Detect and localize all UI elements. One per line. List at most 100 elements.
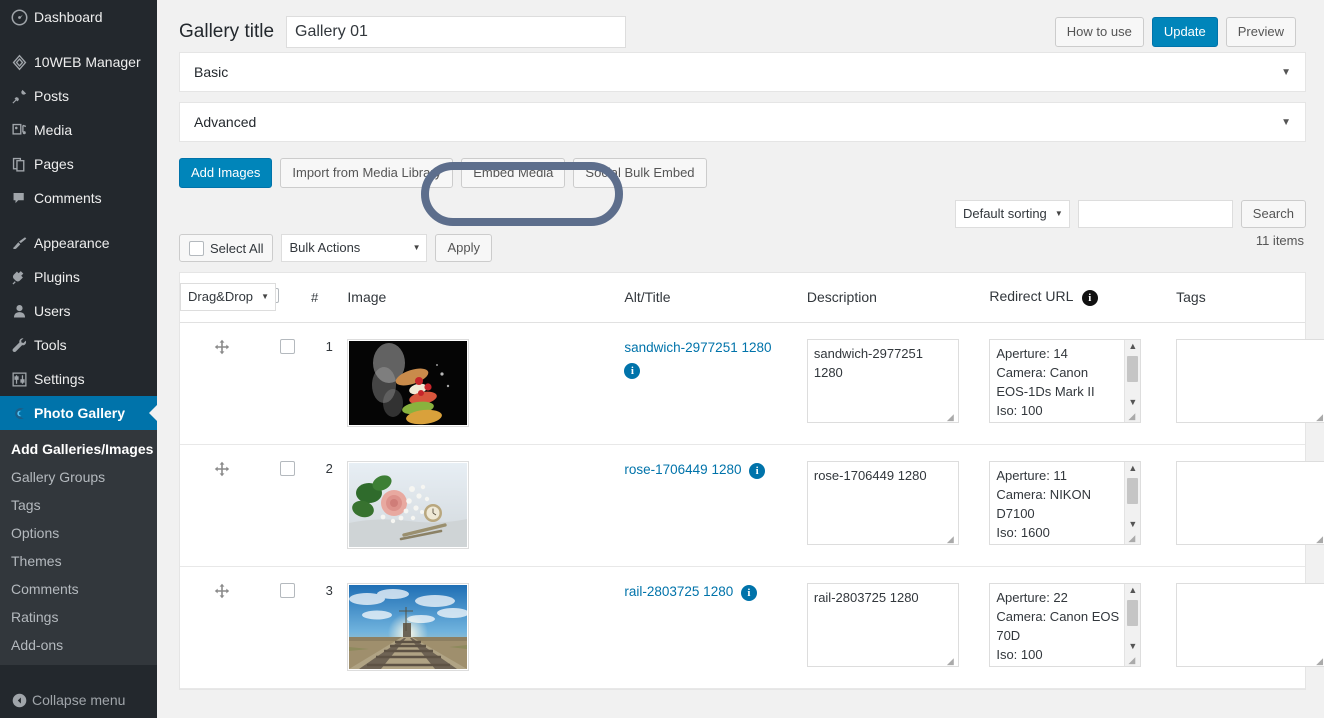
bulk-actions-select[interactable]: Bulk Actions: [281, 234, 428, 262]
resize-grip-icon[interactable]: ◢: [1128, 533, 1138, 543]
move-icon[interactable]: [214, 339, 230, 358]
cell-number: 1: [310, 322, 348, 445]
gallery-images-table: Drag&Drop # Image Alt/Title: [180, 273, 1324, 689]
image-name-link[interactable]: rail-2803725 1280: [624, 584, 733, 599]
sidebar-item-10web-manager[interactable]: 10WEB Manager: [0, 45, 157, 79]
scroll-down-arrow-icon[interactable]: ▼: [1128, 518, 1137, 532]
add-images-button[interactable]: Add Images: [179, 158, 273, 188]
resize-grip-icon[interactable]: ◢: [1316, 656, 1324, 666]
redirect-url-input[interactable]: [1176, 461, 1324, 545]
submenu-item-add-galleries-images[interactable]: Add Galleries/Images: [0, 435, 157, 463]
sidebar-item-comments[interactable]: Comments: [0, 181, 157, 215]
cell-image: [347, 322, 625, 445]
description-input[interactable]: Aperture: 22 Camera: Canon EOS 70D Iso: …: [989, 583, 1142, 667]
submenu-item-options[interactable]: Options: [0, 519, 157, 547]
description-input[interactable]: Aperture: 14 Camera: Canon EOS-1Ds Mark …: [989, 339, 1142, 423]
scrollbar-thumb[interactable]: [1127, 478, 1139, 504]
social-bulk-embed-button[interactable]: Social Bulk Embed: [573, 158, 707, 188]
resize-grip-icon[interactable]: ◢: [1316, 412, 1324, 422]
sidebar-item-label: Photo Gallery: [34, 405, 126, 421]
gallery-title-input[interactable]: [286, 16, 627, 48]
resize-grip-icon[interactable]: ◢: [947, 534, 957, 544]
cell-alt-field: sandwich-2977251 1280 ◢: [806, 322, 990, 445]
sidebar-item-dashboard[interactable]: Dashboard: [0, 0, 157, 34]
move-icon[interactable]: [214, 461, 230, 480]
redirect-url-input[interactable]: [1176, 339, 1324, 423]
cell-description: Aperture: 14 Camera: Canon EOS-1Ds Mark …: [989, 322, 1177, 445]
select-all-checkbox[interactable]: [189, 240, 204, 256]
sidebar-item-posts[interactable]: Posts: [0, 79, 157, 113]
submenu-item-add-ons[interactable]: Add-ons: [0, 631, 157, 659]
sorting-and-search: Default sorting Search: [954, 200, 1306, 228]
sidebar-item-settings[interactable]: Settings: [0, 362, 157, 396]
row-checkbox[interactable]: [279, 461, 295, 476]
submenu-item-tags[interactable]: Tags: [0, 491, 157, 519]
alt-title-input[interactable]: sandwich-2977251 1280: [806, 339, 959, 423]
collapse-menu-button[interactable]: Collapse menu: [0, 682, 157, 718]
scrollbar-thumb[interactable]: [1127, 356, 1139, 382]
alt-title-input[interactable]: rose-1706449 1280: [806, 461, 959, 545]
resize-grip-icon[interactable]: ◢: [947, 412, 957, 422]
resize-grip-icon[interactable]: ◢: [1128, 655, 1138, 665]
description-scrollbar[interactable]: ▲ ▼ ◢: [1124, 584, 1141, 666]
scroll-down-arrow-icon[interactable]: ▼: [1128, 640, 1137, 654]
cell-alt-link: sandwich-2977251 1280 i: [624, 322, 807, 445]
table-header: Drag&Drop # Image Alt/Title: [180, 273, 1305, 323]
preview-button[interactable]: Preview: [1225, 17, 1296, 47]
image-thumbnail[interactable]: [347, 339, 470, 427]
col-alt-title: Alt/Title: [624, 273, 807, 323]
info-icon[interactable]: i: [1081, 289, 1098, 306]
gallery-header: Gallery title How to use Update Preview: [157, 0, 1324, 52]
search-button[interactable]: Search: [1240, 200, 1306, 228]
sidebar-item-pages[interactable]: Pages: [0, 147, 157, 181]
move-icon[interactable]: [214, 583, 230, 602]
image-thumbnail[interactable]: [347, 461, 470, 549]
col-number: #: [310, 273, 348, 323]
embed-media-button[interactable]: Embed Media: [461, 158, 566, 188]
sidebar-item-label: Tools: [34, 337, 67, 353]
col-image-label: Image: [347, 289, 387, 305]
update-button[interactable]: Update: [1151, 17, 1218, 47]
info-icon[interactable]: i: [624, 362, 641, 379]
sidebar-item-media[interactable]: Media: [0, 113, 157, 147]
resize-grip-icon[interactable]: ◢: [947, 656, 957, 666]
drag-drop-select[interactable]: Drag&Drop: [180, 283, 277, 311]
basic-accordion-panel[interactable]: Basic ▼: [179, 52, 1306, 92]
image-name-link[interactable]: rose-1706449 1280: [624, 462, 741, 477]
redirect-url-input[interactable]: [1176, 583, 1324, 667]
gallery-title-label: Gallery title: [179, 21, 275, 42]
submenu-item-gallery-groups[interactable]: Gallery Groups: [0, 463, 157, 491]
search-input[interactable]: [1077, 200, 1233, 228]
image-source-buttons: Add Images Import from Media Library Emb…: [157, 152, 1324, 188]
scroll-up-arrow-icon[interactable]: ▲: [1128, 462, 1137, 476]
import-from-media-library-button[interactable]: Import from Media Library: [280, 158, 454, 188]
scroll-up-arrow-icon[interactable]: ▲: [1128, 584, 1137, 598]
sidebar-item-users[interactable]: Users: [0, 294, 157, 328]
resize-grip-icon[interactable]: ◢: [1128, 411, 1138, 421]
submenu-item-comments[interactable]: Comments: [0, 575, 157, 603]
description-input[interactable]: Aperture: 11 Camera: NIKON D7100 Iso: 16…: [989, 461, 1142, 545]
description-scrollbar[interactable]: ▲ ▼ ◢: [1124, 340, 1141, 422]
advanced-accordion-panel[interactable]: Advanced ▼: [179, 102, 1306, 142]
submenu-item-themes[interactable]: Themes: [0, 547, 157, 575]
sidebar-item-photo-gallery[interactable]: Photo Gallery: [0, 396, 157, 430]
scroll-up-arrow-icon[interactable]: ▲: [1128, 340, 1137, 354]
submenu-item-ratings[interactable]: Ratings: [0, 603, 157, 631]
sidebar-item-label: Dashboard: [34, 9, 103, 25]
sidebar-item-tools[interactable]: Tools: [0, 328, 157, 362]
info-icon[interactable]: i: [749, 462, 766, 479]
row-checkbox[interactable]: [279, 583, 295, 598]
description-scrollbar[interactable]: ▲ ▼ ◢: [1124, 462, 1141, 544]
resize-grip-icon[interactable]: ◢: [1316, 534, 1324, 544]
sidebar-item-appearance[interactable]: Appearance: [0, 226, 157, 260]
image-thumbnail[interactable]: [347, 583, 470, 671]
image-name-link[interactable]: sandwich-2977251 1280: [624, 340, 771, 355]
info-icon[interactable]: i: [740, 584, 757, 601]
sorting-select[interactable]: Default sorting: [954, 200, 1070, 228]
alt-title-input[interactable]: rail-2803725 1280: [806, 583, 959, 667]
sidebar-item-plugins[interactable]: Plugins: [0, 260, 157, 294]
scrollbar-thumb[interactable]: [1127, 600, 1139, 626]
how-to-use-button[interactable]: How to use: [1054, 17, 1144, 47]
row-checkbox[interactable]: [279, 339, 295, 354]
scroll-down-arrow-icon[interactable]: ▼: [1128, 396, 1137, 410]
